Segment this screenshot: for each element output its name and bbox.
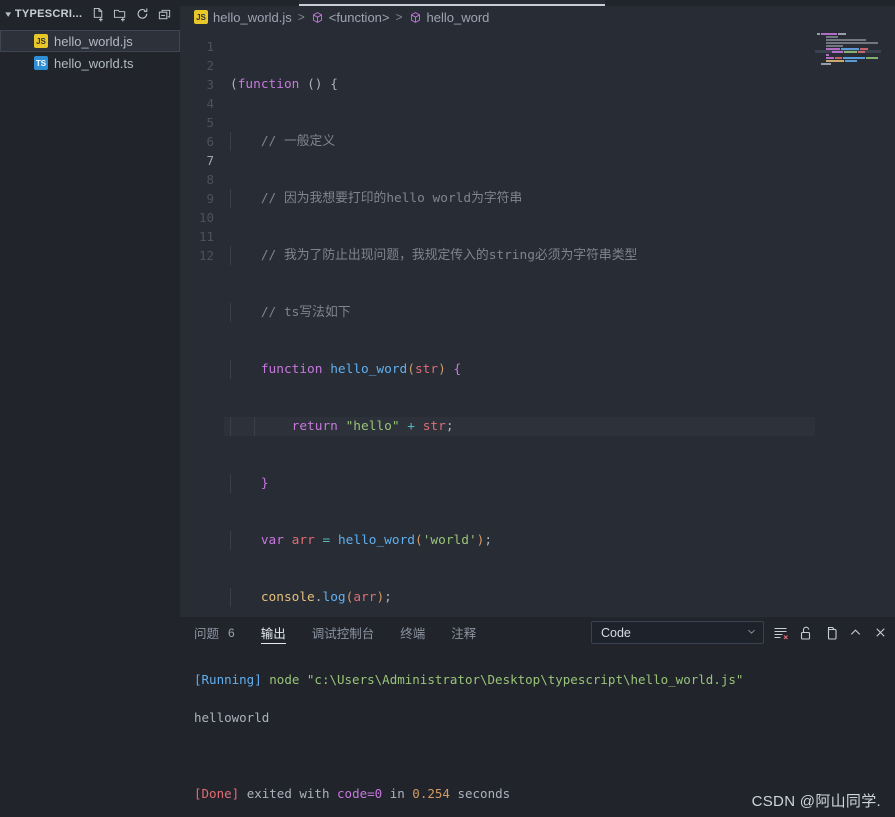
code-line-10[interactable]: console.log(arr); [224, 588, 895, 607]
explorer-title: TYPESCRI... [14, 8, 83, 20]
panel-tab-label: 调试控制台 [311, 627, 375, 641]
file-tree-item-hello_world-ts[interactable]: TS hello_world.ts [0, 52, 180, 74]
line-number: 5 [206, 115, 214, 130]
output-line-blank [194, 746, 895, 765]
code-line-2[interactable]: // 一般定义 [224, 132, 895, 151]
panel-tab-terminal[interactable]: 终端 [400, 617, 425, 648]
line-number: 1 [206, 39, 214, 54]
in-word: in [389, 786, 405, 801]
csdn-watermark: CSDN @阿山同学. [751, 793, 881, 810]
open-in-editor-icon[interactable] [822, 624, 839, 641]
panel-tab-output[interactable]: 输出 [260, 617, 286, 648]
panel-tab-comments[interactable]: 注释 [451, 617, 476, 648]
explorer-sidebar: ▾ TYPESCRI... JS hello_world.js TS hello… [0, 0, 180, 817]
line-number: 2 [206, 58, 214, 73]
line-number-gutter: 1 2 3 4 5 6 7 8 9 10 11 12 [180, 28, 224, 617]
code-line-6[interactable]: function hello_word(str) { [224, 360, 895, 379]
code-content[interactable]: (function () { // 一般定义 // 因为我想要打印的hello … [180, 28, 895, 617]
explorer-header[interactable]: ▾ TYPESCRI... [0, 0, 180, 28]
output-channel-value: Code [601, 625, 631, 640]
panel-tab-bar: 问题 6 输出 调试控制台 终端 注释 Code [180, 617, 895, 648]
js-file-icon: JS [194, 10, 208, 24]
panel-toolbar: Code [591, 621, 889, 644]
panel-tab-label: 输出 [260, 627, 286, 641]
new-file-icon[interactable] [91, 7, 106, 22]
seconds-word: seconds [457, 786, 511, 801]
explorer-actions [91, 7, 176, 22]
panel-tab-label: 注释 [451, 627, 477, 641]
line-number: 11 [198, 229, 214, 244]
code-line-3[interactable]: // 因为我想要打印的hello world为字符串 [224, 189, 895, 208]
file-tree: JS hello_world.js TS hello_world.ts [0, 28, 180, 74]
line-number: 6 [206, 134, 214, 149]
line-number: 9 [206, 191, 214, 206]
unlock-scroll-icon[interactable] [797, 624, 814, 641]
clear-output-icon[interactable] [772, 624, 789, 641]
breadcrumb-file[interactable]: hello_world.js [213, 10, 292, 25]
output-channel-select[interactable]: Code [591, 621, 764, 644]
ts-file-icon: TS [34, 56, 48, 70]
line-number: 3 [206, 77, 214, 92]
file-tree-item-label: hello_world.ts [54, 55, 134, 71]
code-line-1[interactable]: (function () { [224, 75, 895, 94]
new-folder-icon[interactable] [113, 7, 128, 22]
code-line-5[interactable]: // ts写法如下 [224, 303, 895, 322]
panel-tab-label: 问题 [194, 627, 220, 641]
line-number: 10 [198, 210, 214, 225]
editor-tab-strip [180, 0, 895, 6]
chevron-up-icon[interactable] [847, 624, 864, 641]
panel-tab-label: 终端 [400, 627, 426, 641]
file-tree-item-hello_world-js[interactable]: JS hello_world.js [0, 30, 180, 52]
panel-tab-debug-console[interactable]: 调试控制台 [312, 617, 375, 648]
output-line-result: helloworld [194, 710, 270, 725]
output-line-running: [Running] node "c:\Users\Administrator\D… [194, 670, 895, 689]
done-text: exited with [246, 786, 330, 801]
file-tree-item-label: hello_world.js [54, 33, 133, 49]
duration-value: 0.254 [412, 786, 450, 801]
line-number: 12 [198, 248, 214, 263]
js-file-icon: JS [34, 34, 48, 48]
refresh-icon[interactable] [135, 7, 150, 22]
line-number: 4 [206, 96, 214, 111]
breadcrumb-separator: > [395, 10, 403, 24]
code-line-9[interactable]: var arr = hello_word('world'); [224, 531, 895, 550]
symbol-method-icon [409, 11, 422, 24]
code-line-4[interactable]: // 我为了防止出现问题，我规定传入的string必须为字符串类型 [224, 246, 895, 265]
symbol-method-icon [311, 11, 324, 24]
overview-ruler[interactable] [881, 28, 895, 617]
chevron-down-icon[interactable]: ▾ [5, 9, 11, 20]
collapse-all-icon[interactable] [157, 7, 172, 22]
breadcrumb-symbol-function[interactable]: <function> [329, 10, 390, 25]
problems-count-badge: 6 [228, 625, 235, 640]
done-tag: [Done] [194, 786, 240, 801]
panel-tab-problems[interactable]: 问题 6 [194, 617, 235, 648]
code-line-8[interactable]: } [224, 474, 895, 493]
editor-area: JS hello_world.js > <function> > hello_w… [180, 0, 895, 817]
line-number-active: 7 [206, 153, 214, 168]
code-line-7[interactable]: return "hello" + str; [180, 417, 895, 436]
output-path: "c:\Users\Administrator\Desktop\typescri… [306, 672, 744, 687]
output-command: node [269, 672, 300, 687]
breadcrumb-symbol-hello_word[interactable]: hello_word [427, 10, 490, 25]
close-icon[interactable] [872, 624, 889, 641]
breadcrumb-separator: > [297, 10, 305, 24]
bottom-panel: 问题 6 输出 调试控制台 终端 注释 Code [Running] node … [180, 617, 895, 817]
exit-code: code=0 [337, 786, 383, 801]
editor-tab-hello_world-js[interactable] [299, 0, 605, 6]
line-number: 8 [206, 172, 214, 187]
vscode-window: ▾ TYPESCRI... JS hello_world.js TS hello… [0, 0, 895, 817]
breadcrumb: JS hello_world.js > <function> > hello_w… [180, 6, 895, 28]
chevron-down-icon[interactable] [746, 626, 757, 640]
code-editor[interactable]: 1 2 3 4 5 6 7 8 9 10 11 12 (function () … [180, 28, 895, 617]
running-tag: [Running] [194, 672, 262, 687]
